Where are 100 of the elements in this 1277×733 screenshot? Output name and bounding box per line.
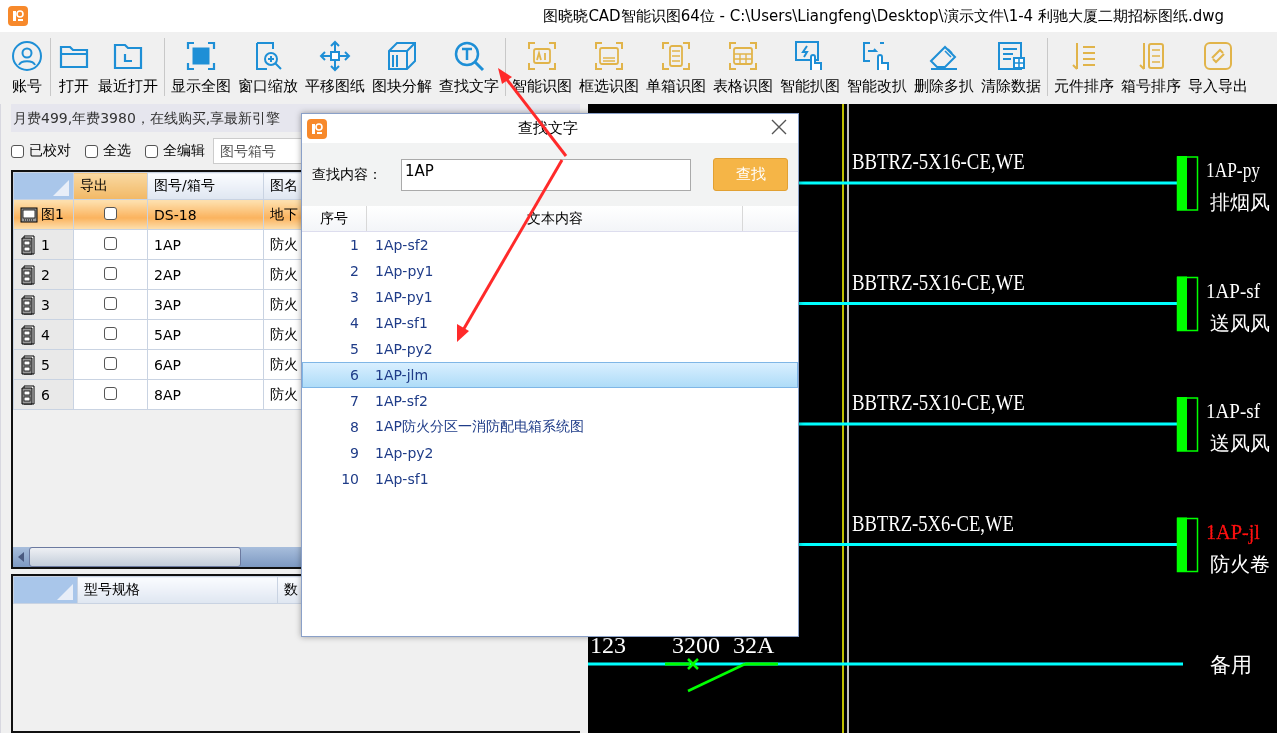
- row-number: 1: [349, 237, 360, 253]
- cabinet-icon: [20, 294, 38, 315]
- result-text: 1AP防火分区一消防配电箱系统图: [375, 418, 584, 436]
- window-title: 图晓晓CAD智能识图64位 - C:\Users\Liangfeng\Desktop\演示文件\1-4 利驰大厦二期招标图纸.dwg: [543, 6, 1224, 26]
- toolbar-button[interactable]: 账号: [9, 36, 45, 98]
- row-header: 3: [41, 296, 50, 313]
- circuit-code: 1AP-jl: [1206, 518, 1265, 544]
- result-row[interactable]: 10 1Ap-sf1: [302, 466, 798, 492]
- row-number: 7: [349, 393, 360, 409]
- table-cell: 5AP: [154, 326, 181, 343]
- checkbox[interactable]: [104, 266, 117, 280]
- row-header: 6: [41, 386, 50, 403]
- toolbar-button[interactable]: 导入导出: [1187, 36, 1249, 98]
- cabinet-icon: [20, 354, 38, 375]
- result-row[interactable]: 2 1Ap-py1: [302, 258, 798, 284]
- column-header[interactable]: 型号规格: [77, 576, 278, 604]
- result-text: 1AP-sf2: [375, 393, 428, 409]
- row-number: 4: [349, 315, 360, 331]
- left-arrow-icon[interactable]: [18, 552, 24, 562]
- cable-label: BBTRZ-5X16-CE,WE: [852, 268, 1073, 295]
- breaker-symbol: [1176, 517, 1199, 573]
- result-row[interactable]: 7 1AP-sf2: [302, 388, 798, 414]
- column-header[interactable]: 图号/箱号: [147, 172, 264, 200]
- result-text: 1Ap-py1: [375, 263, 434, 279]
- checkbox[interactable]: [11, 144, 24, 158]
- row-header: 4: [41, 326, 50, 343]
- checkbox[interactable]: [104, 326, 117, 340]
- toolbar-button[interactable]: 智能扒图: [779, 36, 841, 98]
- search-field[interactable]: 1AP: [401, 158, 691, 191]
- table-cell: 防火: [270, 265, 298, 282]
- load-label: 送风风: [1210, 432, 1270, 454]
- result-text: 1Ap-sf2: [375, 237, 429, 253]
- result-row[interactable]: 6 1AP-jlm: [302, 362, 798, 388]
- circuit-code: 1AP-py: [1206, 157, 1275, 182]
- toolbar-button[interactable]: 智能改扒: [846, 36, 908, 98]
- move-icon: [318, 38, 352, 73]
- table-cell: 防火: [270, 235, 298, 252]
- table-cell: 地下: [270, 205, 298, 222]
- cabinet-icon: [20, 234, 38, 255]
- toolbar-button[interactable]: 删除多扒: [913, 36, 975, 98]
- checkbox[interactable]: [104, 296, 117, 310]
- table-cell: 6AP: [154, 356, 181, 373]
- toolbar-button[interactable]: 查找文字: [438, 36, 500, 98]
- checkbox-label: 全编辑: [163, 142, 205, 160]
- checkbox[interactable]: [104, 236, 117, 250]
- table-cell: 2AP: [154, 266, 181, 283]
- checkbox-label: 已校对: [29, 142, 71, 160]
- checkbox[interactable]: [104, 206, 117, 220]
- row-header: 1: [41, 236, 50, 253]
- checkbox[interactable]: [145, 144, 158, 158]
- load-label: 防火卷: [1210, 552, 1270, 575]
- cabinet-icon: [20, 324, 38, 345]
- circuit-code: 1AP-sf: [1206, 277, 1269, 303]
- field-label: 查找内容：: [312, 165, 382, 184]
- result-row[interactable]: 3 1AP-py1: [302, 284, 798, 310]
- toolbar-button[interactable]: 平移图纸: [304, 36, 366, 98]
- row-header: 图1: [41, 205, 64, 224]
- table-cell: 3AP: [154, 296, 181, 313]
- checkbox[interactable]: [104, 386, 117, 400]
- row-header: 5: [41, 356, 50, 373]
- toolbar-button[interactable]: 窗口缩放: [237, 36, 299, 98]
- table-cell: 防火: [270, 325, 298, 342]
- frame-icon: [20, 204, 38, 225]
- toolbar-button[interactable]: 图块分解: [371, 36, 433, 98]
- table-cell: 1AP: [154, 236, 181, 253]
- checkbox[interactable]: [104, 356, 117, 370]
- toolbar-button[interactable]: 显示全图: [170, 36, 232, 98]
- load-label: 排烟风: [1210, 191, 1270, 213]
- circuit-value: 3200: [672, 632, 720, 658]
- cabinet-icon: [20, 264, 38, 285]
- result-row[interactable]: 8 1AP防火分区一消防配电箱系统图: [302, 414, 798, 440]
- toolbar-button[interactable]: 清除数据: [980, 36, 1042, 98]
- table-cell: 防火: [270, 355, 298, 372]
- checkbox[interactable]: [85, 144, 98, 158]
- cable-label: BBTRZ-5X6-CE,WE: [852, 509, 1061, 536]
- toolbar-button[interactable]: 元件排序: [1053, 36, 1115, 98]
- circuit-code: 1AP-sf: [1206, 398, 1269, 423]
- column-header[interactable]: 导出: [73, 172, 148, 200]
- toolbar-button[interactable]: 打开: [56, 36, 92, 98]
- toolbar-button[interactable]: 最近打开: [97, 36, 159, 98]
- breaker-symbol: [1176, 156, 1199, 211]
- toolbar-button[interactable]: 箱号排序: [1120, 36, 1182, 98]
- cable-label: BBTRZ-5X10-CE,WE: [852, 389, 1073, 415]
- cabinet-icon: [20, 384, 38, 405]
- breaker-symbol: [1176, 397, 1199, 452]
- result-row[interactable]: 5 1AP-py2: [302, 336, 798, 362]
- result-row[interactable]: 1 1Ap-sf2: [302, 232, 798, 258]
- result-row[interactable]: 4 1AP-sf1: [302, 310, 798, 336]
- result-text: 1Ap-sf1: [375, 471, 429, 487]
- toolbar-button[interactable]: 表格识图: [712, 36, 774, 98]
- app-logo-icon: [307, 118, 327, 139]
- row-number: 10: [340, 471, 360, 487]
- result-text: 1AP-sf1: [375, 315, 428, 331]
- row-header: 2: [41, 266, 50, 283]
- column-header[interactable]: 序号: [302, 206, 367, 231]
- toolbar-button[interactable]: 框选识图: [578, 36, 640, 98]
- toolbar-button[interactable]: 单箱识图: [645, 36, 707, 98]
- app-logo-icon: [8, 6, 28, 26]
- result-row[interactable]: 9 1Ap-py2: [302, 440, 798, 466]
- row-number: 9: [349, 445, 360, 461]
